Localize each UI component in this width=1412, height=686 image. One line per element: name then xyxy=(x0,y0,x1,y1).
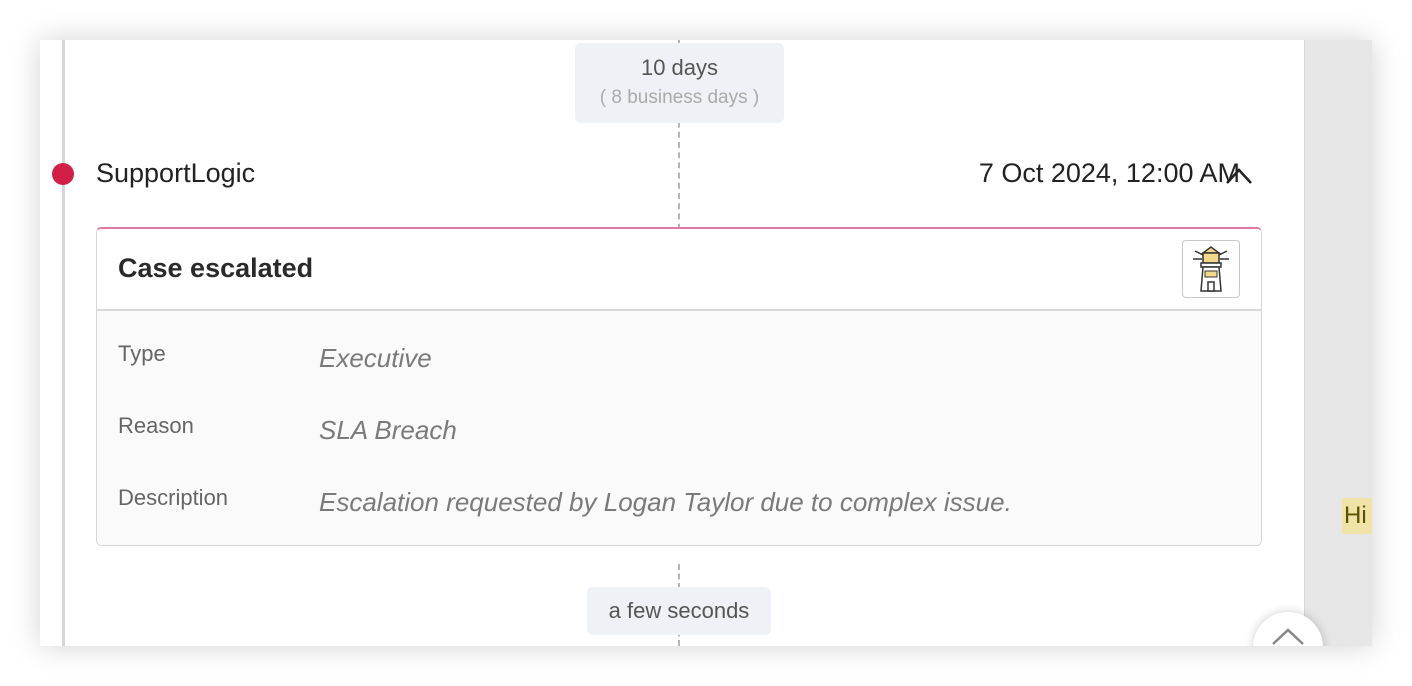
side-panel xyxy=(1304,40,1372,646)
timeline-line xyxy=(62,40,65,646)
highlight-tag[interactable]: Hi xyxy=(1342,498,1372,534)
chevron-up-icon xyxy=(1272,628,1304,645)
field-label: Description xyxy=(118,485,229,510)
field-label: Reason xyxy=(118,413,194,438)
event-status-dot xyxy=(52,163,74,185)
lighthouse-icon xyxy=(1193,246,1229,292)
event-card: Case escalated Type Executive Reason SLA… xyxy=(96,227,1262,546)
business-duration-text: ( 8 business days ) xyxy=(599,87,760,108)
lighthouse-icon-button[interactable] xyxy=(1182,240,1240,298)
scroll-to-top-button[interactable] xyxy=(1253,612,1323,646)
chevron-up-icon[interactable] xyxy=(1224,164,1254,186)
event-datetime: 7 Oct 2024, 12:00 AM xyxy=(978,158,1240,188)
field-value: SLA Breach xyxy=(319,415,457,445)
field-value: Escalation requested by Logan Taylor due… xyxy=(319,487,1012,517)
event-source: SupportLogic xyxy=(96,158,256,188)
event-card-title: Case escalated xyxy=(118,253,314,283)
duration-badge: 10 days ( 8 business days ) xyxy=(575,43,784,123)
duration-badge: a few seconds xyxy=(587,587,771,635)
field-label: Type xyxy=(118,341,166,366)
duration-text: a few seconds xyxy=(608,598,750,623)
event-card-header: Case escalated xyxy=(97,229,1261,311)
timeline-window: Hi 10 days ( 8 business days ) SupportLo… xyxy=(40,40,1372,646)
field-value: Executive xyxy=(319,343,432,373)
duration-text: 10 days xyxy=(640,55,719,80)
